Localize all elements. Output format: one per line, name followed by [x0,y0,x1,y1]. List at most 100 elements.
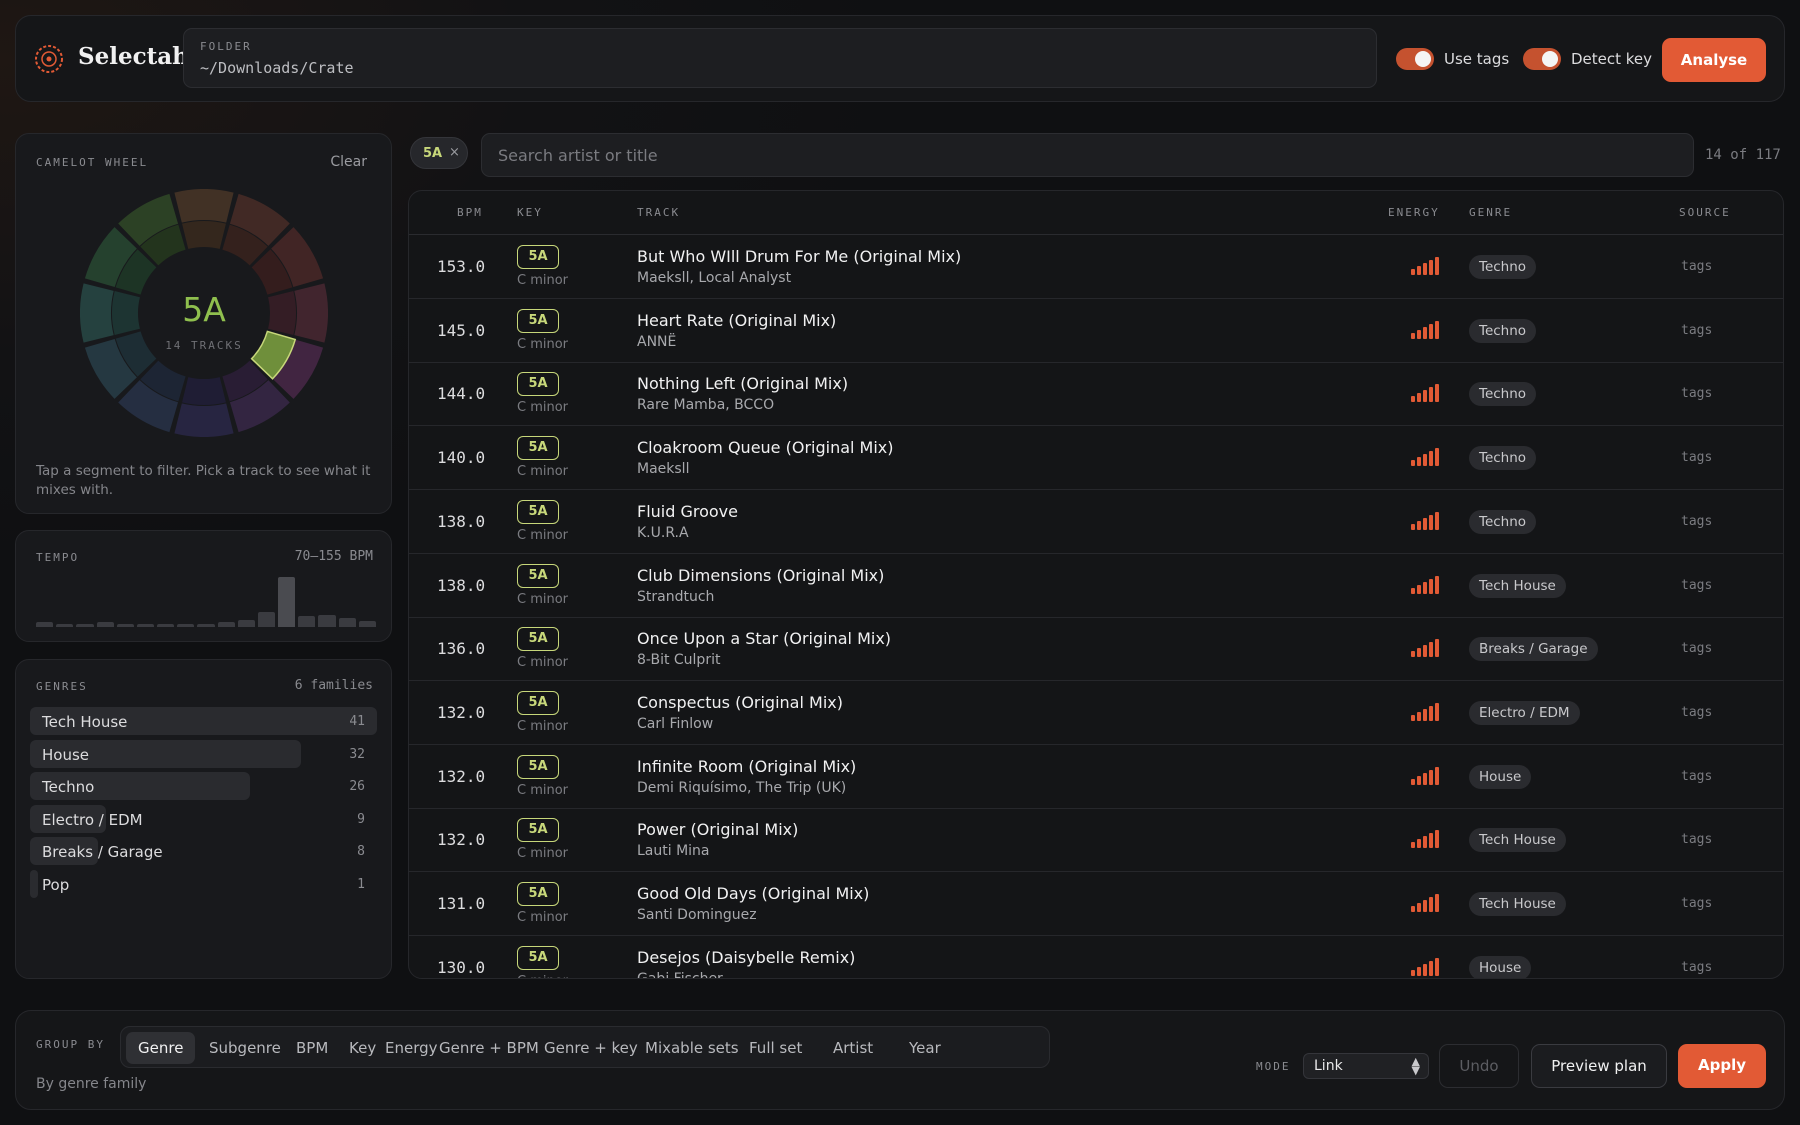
tempo-bar[interactable] [278,577,296,627]
column-header-key[interactable]: KEY [517,206,543,219]
table-row[interactable]: 144.0 5A C minor Nothing Left (Original Mix… [409,362,1783,427]
source-cell: tags [1681,768,1713,784]
group-by-tab[interactable]: Genre [126,1032,196,1064]
table-row[interactable]: 153.0 5A C minor But Who WIll Drum For Me (… [409,235,1783,299]
apply-button[interactable]: Apply [1678,1044,1766,1088]
use-tags-toggle[interactable] [1396,48,1434,70]
tempo-bar[interactable] [157,624,175,627]
column-header-bpm[interactable]: BPM [457,206,483,219]
genre-row[interactable]: Pop 1 [30,869,377,898]
table-row[interactable]: 132.0 5A C minor Infinite Room (Original Mi… [409,745,1783,809]
energy-meter-icon [1411,384,1441,403]
tempo-bar[interactable] [116,624,134,627]
genre-row[interactable]: Breaks / Garage 8 [30,837,377,865]
genre-badge: Tech House [1469,573,1566,598]
updown-chevron-icon: ▲ ▼ [1411,1055,1420,1077]
tempo-bar[interactable] [217,622,235,627]
tempo-bar[interactable] [237,619,255,627]
genres-label: GENRES [36,680,88,693]
key-badge: 5A [517,372,559,397]
app-title: Selectah [78,43,189,70]
detect-key-toggle[interactable] [1523,48,1561,70]
tempo-bar[interactable] [76,624,94,627]
tempo-bar[interactable] [318,614,336,627]
genre-row[interactable]: Techno 26 [30,772,377,800]
bpm-cell: 131.0 [437,894,486,913]
analyse-button[interactable]: Analyse [1662,38,1766,82]
table-row[interactable]: 132.0 5A C minor Conspectus (Original Mix) C… [409,681,1783,745]
table-row[interactable]: 140.0 5A C minor Cloakroom Queue (Original … [409,426,1783,491]
search-input[interactable] [481,133,1694,177]
undo-button[interactable]: Undo [1439,1044,1519,1088]
selected-key-track-count: 14 TRACKS [165,339,243,352]
genre-row[interactable]: Tech House 41 [30,707,377,735]
tempo-histogram[interactable] [36,575,376,627]
table-row[interactable]: 136.0 5A C minor Once Upon a Star (Original… [409,617,1783,682]
camelot-segment[interactable] [80,283,114,343]
genre-badge: Techno [1469,382,1537,407]
table-row[interactable]: 138.0 5A C minor Fluid Groove K.U.R.A Techno t… [409,490,1783,554]
tempo-bar[interactable] [358,621,376,627]
group-by-subtitle: By genre family [36,1076,147,1092]
tempo-bar[interactable] [177,624,195,627]
column-header-energy[interactable]: ENERGY [1388,206,1440,219]
bpm-cell: 153.0 [437,257,486,276]
track-title: Club Dimensions (Original Mix) [637,565,885,585]
group-by-tab[interactable]: Mixable sets [633,1032,751,1064]
bottom-bar: GROUP BY Genre Subgenre BPM Key Energy Genre … [15,1010,1785,1110]
group-by-tab[interactable]: Subgenre [197,1032,293,1064]
mode-select[interactable]: Link ▲ ▼ [1303,1053,1429,1079]
tempo-bar[interactable] [56,624,74,627]
bpm-cell: 136.0 [437,639,486,659]
track-artist: Rare Mamba, BCCO [637,397,775,414]
vinyl-logo-icon [35,45,63,73]
track-artist: Maeksll, Local Analyst [637,270,792,286]
table-row[interactable]: 131.0 5A C minor Good Old Days (Original Mi… [409,872,1783,936]
group-by-tab[interactable]: BPM [284,1032,340,1064]
key-badge: 5A [517,627,559,652]
table-row[interactable]: 130.0 5A C minor Desejos (Daisybelle Remix)… [409,936,1783,978]
key-filter-chip[interactable]: 5A × [410,137,468,169]
camelot-clear-button[interactable]: Clear [330,154,367,170]
tempo-bar[interactable] [257,612,276,627]
camelot-segment[interactable] [182,221,226,249]
tempo-bar[interactable] [136,624,155,627]
camelot-segment[interactable] [174,403,234,437]
column-header-genre[interactable]: GENRE [1469,206,1512,219]
tempo-bar[interactable] [298,616,316,627]
table-row[interactable]: 145.0 5A C minor Heart Rate (Original Mix) A… [409,299,1783,363]
preview-plan-button[interactable]: Preview plan [1531,1044,1667,1088]
table-row[interactable]: 138.0 5A C minor Club Dimensions (Original … [409,554,1783,618]
key-badge: 5A [517,308,559,333]
camelot-segment[interactable] [294,283,328,343]
group-by-tab[interactable]: Full set [737,1032,814,1064]
tempo-bar[interactable] [36,622,54,627]
energy-meter-icon [1411,830,1441,849]
column-header-source[interactable]: SOURCE [1679,206,1731,219]
tempo-bar[interactable] [197,624,215,627]
key-name: C minor [517,974,568,978]
track-title: Infinite Room (Original Mix) [637,756,857,776]
track-table: BPM KEY TRACK ENERGY GENRE SOURCE 153.0 5… [408,190,1784,979]
track-artist: 8-Bit Culprit [637,652,721,669]
camelot-segment[interactable] [182,377,226,405]
column-header-track[interactable]: TRACK [637,206,680,219]
close-icon[interactable]: × [449,145,460,160]
source-cell: tags [1681,577,1713,593]
track-title: Cloakroom Queue (Original Mix) [637,438,894,458]
group-by-tab[interactable]: Artist [821,1032,885,1064]
genre-row[interactable]: House 32 [30,739,377,768]
camelot-hint: Tap a segment to filter. Pick a track to… [36,463,371,498]
group-by-tab[interactable]: Year [897,1032,953,1064]
key-badge: 5A [517,945,559,970]
table-row[interactable]: 132.0 5A C minor Power (Original Mix) Lauti … [409,808,1783,873]
genre-name: Tech House [42,713,128,731]
camelot-segment[interactable] [174,189,234,223]
folder-picker[interactable]: FOLDER ~/Downloads/Crate [183,28,1377,88]
tempo-bar[interactable] [96,622,114,627]
genre-count: 1 [357,876,365,892]
genre-count: 41 [349,714,365,729]
genre-row[interactable]: Electro / EDM 9 [30,804,377,833]
tempo-bar[interactable] [338,618,356,627]
bpm-cell: 138.0 [437,511,486,531]
